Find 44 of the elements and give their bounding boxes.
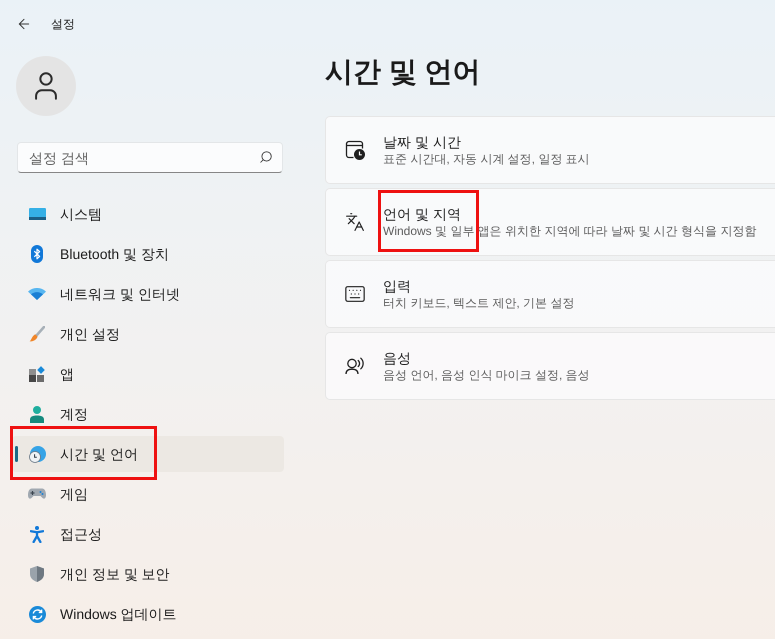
nav-item[interactable]: 게임 [12, 476, 284, 512]
speaking-person-icon [345, 357, 365, 375]
sync-icon [28, 606, 46, 622]
page-title: 시간 및 언어 [325, 55, 481, 89]
nav-item[interactable]: 시간 및 언어 [12, 436, 284, 472]
gamepad-icon [28, 488, 46, 500]
card-title: 언어 및 지역 [383, 205, 462, 223]
languages-icon [345, 212, 365, 232]
nav-item[interactable]: 계정 [12, 396, 284, 432]
paintbrush-icon [29, 326, 45, 342]
card-title: 날짜 및 시간 [383, 133, 462, 151]
accessibility-icon [30, 526, 44, 542]
card-title: 입력 [383, 277, 412, 295]
nav-item[interactable]: 시스템 [12, 196, 284, 232]
apps-icon [29, 366, 45, 382]
calendar-clock-icon [345, 140, 365, 160]
nav-item[interactable]: 개인 설정 [12, 316, 284, 352]
shield-icon [30, 566, 44, 582]
nav-item[interactable]: 앱 [12, 356, 284, 392]
back-button[interactable] [16, 16, 32, 32]
person-icon [30, 406, 44, 422]
nav-item[interactable]: 접근성 [12, 516, 284, 552]
window-title: 설정 [51, 16, 75, 33]
nav-item[interactable]: 네트워크 및 인터넷 [12, 276, 284, 312]
nav-item[interactable]: Windows 업데이트 [12, 596, 284, 632]
card-description: 음성 언어, 음성 인식 마이크 설정, 음성 [383, 367, 590, 383]
settings-card[interactable]: 음성 음성 언어, 음성 인식 마이크 설정, 음성 [325, 332, 775, 400]
nav-item[interactable]: Bluetooth 및 장치 [12, 236, 284, 272]
card-description: Windows 및 일부 앱은 위치한 지역에 따라 날짜 및 시간 형식을 지정함 [383, 223, 756, 239]
settings-card[interactable]: 입력 터치 키보드, 텍스트 제안, 기본 설정 [325, 260, 775, 328]
settings-card[interactable]: 날짜 및 시간 표준 시간대, 자동 시계 설정, 일정 표시 [325, 116, 775, 184]
card-description: 표준 시간대, 자동 시계 설정, 일정 표시 [383, 151, 590, 167]
nav-item[interactable]: 개인 정보 및 보안 [12, 556, 284, 592]
selection-indicator [15, 446, 18, 462]
search-icon [259, 150, 273, 164]
wifi-icon [28, 288, 46, 300]
globe-clock-icon [28, 446, 46, 462]
bluetooth-icon [31, 245, 43, 263]
monitor-icon [28, 208, 46, 220]
search-field[interactable]: 설정 검색 [17, 142, 283, 173]
settings-card[interactable]: 언어 및 지역 Windows 및 일부 앱은 위치한 지역에 따라 날짜 및 시간 형식을 지정함 [325, 188, 775, 256]
card-description: 터치 키보드, 텍스트 제안, 기본 설정 [383, 295, 574, 311]
keyboard-icon [344, 283, 366, 305]
card-title: 음성 [383, 349, 412, 367]
